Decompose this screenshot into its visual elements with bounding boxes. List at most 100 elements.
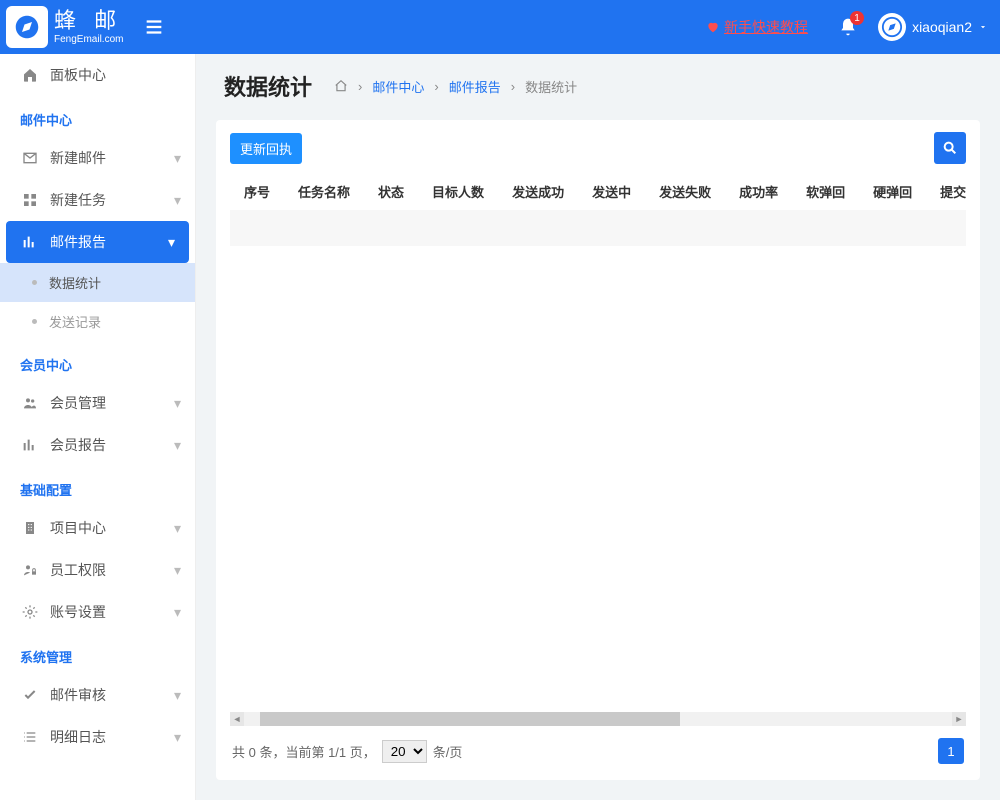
table-header: 序号任务名称状态目标人数发送成功发送中发送失败成功率软弹回硬弹回提交操作 bbox=[230, 172, 966, 210]
home-icon[interactable] bbox=[334, 79, 348, 93]
chevron-down-icon: ▾ bbox=[174, 562, 181, 579]
breadcrumb: › 邮件中心 › 邮件报告 › 数据统计 bbox=[334, 77, 577, 96]
notification-badge: 1 bbox=[850, 11, 864, 25]
sidebar-item[interactable]: 新建邮件▾ bbox=[0, 137, 195, 179]
search-button[interactable] bbox=[934, 132, 966, 164]
table-column-header[interactable]: 目标人数 bbox=[418, 182, 498, 201]
brand-logo[interactable]: 蜂 邮 FengEmail.com bbox=[6, 6, 123, 48]
table-column-header[interactable]: 状态 bbox=[364, 182, 418, 201]
sidebar-item-label: 会员管理 bbox=[50, 393, 174, 413]
horizontal-scrollbar[interactable]: ◄ ► bbox=[230, 712, 966, 726]
table-column-header[interactable]: 发送成功 bbox=[498, 182, 578, 201]
table-column-header[interactable]: 提交 bbox=[926, 182, 966, 201]
brand-name-cn: 蜂 邮 bbox=[54, 9, 123, 33]
app-header: 蜂 邮 FengEmail.com 新手快速教程 1 xiaoqian2 bbox=[0, 0, 1000, 54]
avatar-icon bbox=[878, 13, 906, 41]
sidebar: 面板中心 邮件中心新建邮件▾新建任务▾邮件报告▾数据统计发送记录会员中心会员管理… bbox=[0, 54, 196, 800]
sidebar-item[interactable]: 会员报告▾ bbox=[0, 424, 195, 466]
heart-icon bbox=[706, 20, 720, 34]
gear-icon bbox=[22, 604, 40, 620]
pagination-info: 共 0 条，当前第 1/1 页， bbox=[232, 742, 376, 761]
sidebar-subitem-label: 数据统计 bbox=[49, 273, 101, 292]
table-column-header[interactable]: 硬弹回 bbox=[859, 182, 926, 201]
sidebar-group-title: 会员中心 bbox=[0, 341, 195, 382]
breadcrumb-link[interactable]: 邮件报告 bbox=[449, 77, 501, 96]
sidebar-item-label: 账号设置 bbox=[50, 602, 174, 622]
search-icon bbox=[942, 140, 958, 156]
page-title: 数据统计 bbox=[224, 70, 312, 102]
chevron-down-icon: ▾ bbox=[174, 520, 181, 537]
sidebar-item[interactable]: 员工权限▾ bbox=[0, 549, 195, 591]
home-icon bbox=[22, 67, 40, 83]
sidebar-item[interactable]: 邮件报告▾ bbox=[6, 221, 189, 263]
dot-icon bbox=[32, 280, 37, 285]
dot-icon bbox=[32, 319, 37, 324]
sidebar-group-title: 邮件中心 bbox=[0, 96, 195, 137]
chart-icon bbox=[22, 437, 40, 453]
menu-toggle-icon[interactable] bbox=[143, 16, 165, 38]
main-content: 数据统计 › 邮件中心 › 邮件报告 › 数据统计 更新回执 bbox=[196, 54, 1000, 800]
sidebar-item-label: 新建任务 bbox=[50, 190, 174, 210]
chevron-down-icon bbox=[978, 22, 988, 32]
chevron-down-icon: ▾ bbox=[174, 437, 181, 454]
sidebar-subitem[interactable]: 发送记录 bbox=[0, 302, 195, 341]
pagination: 共 0 条，当前第 1/1 页， 20 条/页 1 bbox=[232, 738, 964, 764]
grid-icon bbox=[22, 192, 40, 208]
refresh-button[interactable]: 更新回执 bbox=[230, 133, 302, 164]
sidebar-item-dashboard[interactable]: 面板中心 bbox=[0, 54, 195, 96]
table-column-header[interactable]: 成功率 bbox=[725, 182, 792, 201]
username: xiaoqian2 bbox=[912, 19, 972, 35]
sidebar-group-title: 系统管理 bbox=[0, 633, 195, 674]
users-icon bbox=[22, 395, 40, 411]
brand-name-en: FengEmail.com bbox=[54, 34, 123, 45]
list-icon bbox=[22, 729, 40, 745]
sidebar-item-label: 员工权限 bbox=[50, 560, 174, 580]
user-lock-icon bbox=[22, 562, 40, 578]
sidebar-item-label: 会员报告 bbox=[50, 435, 174, 455]
table-column-header[interactable]: 发送失败 bbox=[645, 182, 725, 201]
chevron-down-icon: ▾ bbox=[174, 192, 181, 209]
scrollbar-thumb[interactable] bbox=[260, 712, 680, 726]
sidebar-item[interactable]: 新建任务▾ bbox=[0, 179, 195, 221]
table-column-header[interactable]: 发送中 bbox=[578, 182, 645, 201]
report-panel: 更新回执 序号任务名称状态目标人数发送成功发送中发送失败成功率软弹回硬弹回提交操… bbox=[216, 120, 980, 780]
check-icon bbox=[22, 687, 40, 703]
chevron-down-icon: ▾ bbox=[174, 395, 181, 412]
envelope-icon bbox=[22, 150, 40, 166]
tutorial-link[interactable]: 新手快速教程 bbox=[706, 17, 808, 37]
sidebar-item[interactable]: 明细日志▾ bbox=[0, 716, 195, 758]
scroll-left-icon[interactable]: ◄ bbox=[230, 712, 244, 726]
scroll-right-icon[interactable]: ► bbox=[952, 712, 966, 726]
sidebar-subitem-label: 发送记录 bbox=[49, 312, 101, 331]
table-column-header[interactable]: 任务名称 bbox=[284, 182, 364, 201]
sidebar-item-label: 面板中心 bbox=[50, 65, 181, 85]
sidebar-item-label: 明细日志 bbox=[50, 727, 174, 747]
page-number[interactable]: 1 bbox=[938, 738, 964, 764]
sidebar-item[interactable]: 账号设置▾ bbox=[0, 591, 195, 633]
table-empty-row: No matching recor bbox=[230, 210, 966, 246]
user-menu[interactable]: xiaoqian2 bbox=[878, 13, 988, 41]
breadcrumb-link[interactable]: 邮件中心 bbox=[372, 77, 424, 96]
sidebar-item-label: 邮件审核 bbox=[50, 685, 174, 705]
chevron-down-icon: ▾ bbox=[174, 604, 181, 621]
chevron-down-icon: ▾ bbox=[174, 729, 181, 746]
notification-bell[interactable]: 1 bbox=[838, 17, 858, 37]
pagination-suffix: 条/页 bbox=[433, 742, 463, 761]
chevron-down-icon: ▾ bbox=[168, 234, 175, 251]
table-column-header[interactable]: 序号 bbox=[230, 182, 284, 201]
sidebar-item[interactable]: 项目中心▾ bbox=[0, 507, 195, 549]
sidebar-subitem[interactable]: 数据统计 bbox=[0, 263, 195, 302]
logo-icon bbox=[6, 6, 48, 48]
chart-icon bbox=[22, 234, 40, 250]
page-size-select[interactable]: 20 bbox=[382, 740, 427, 763]
breadcrumb-current: 数据统计 bbox=[525, 77, 577, 96]
building-icon bbox=[22, 520, 40, 536]
chevron-down-icon: ▾ bbox=[174, 687, 181, 704]
sidebar-group-title: 基础配置 bbox=[0, 466, 195, 507]
table-column-header[interactable]: 软弹回 bbox=[792, 182, 859, 201]
sidebar-item[interactable]: 会员管理▾ bbox=[0, 382, 195, 424]
sidebar-item-label: 邮件报告 bbox=[50, 232, 168, 252]
chevron-down-icon: ▾ bbox=[174, 150, 181, 167]
sidebar-item-label: 项目中心 bbox=[50, 518, 174, 538]
sidebar-item[interactable]: 邮件审核▾ bbox=[0, 674, 195, 716]
